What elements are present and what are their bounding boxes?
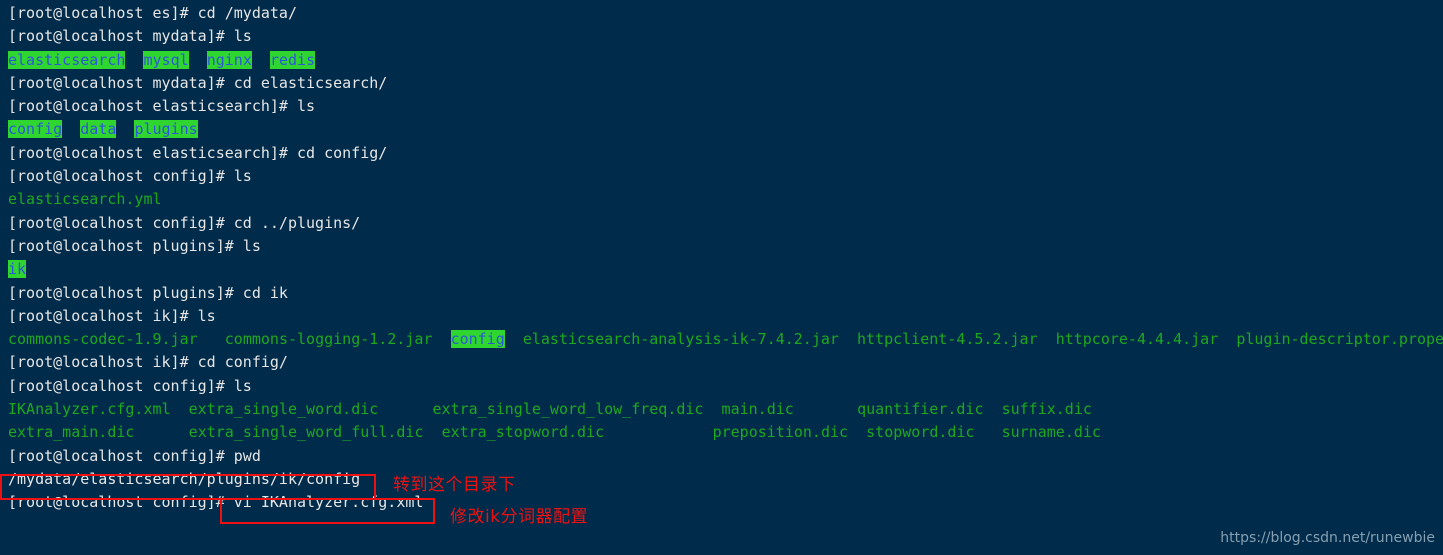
terminal-listing-line: ik [8,258,1443,281]
directory-entry: ik [8,260,27,279]
directory-entry: config [8,120,63,139]
file-entry: suffix.dic [1001,400,1092,419]
terminal-text: [root@localhost plugins]# cd ik [8,283,288,302]
terminal-text: [root@localhost config]# pwd [8,446,261,465]
terminal-prompt-line: [root@localhost mydata]# ls [8,25,1443,48]
pwd-annotation-text: 转到这个目录下 [393,475,516,495]
terminal-prompt-line: [root@localhost mydata]# cd elasticsearc… [8,72,1443,95]
file-entry: httpclient-4.5.2.jar [856,330,1038,349]
terminal-text: [root@localhost elasticsearch]# ls [8,97,316,116]
terminal-text: [root@localhost config]# cd ../plugins/ [8,213,361,232]
terminal-text: [root@localhost mydata]# cd elasticsearc… [8,73,388,92]
terminal-listing-line: elasticsearch.yml [8,188,1443,211]
terminal-prompt-line: [root@localhost config]# cd ../plugins/ [8,212,1443,235]
terminal-prompt-line: [root@localhost config]# ls [8,165,1443,188]
file-entry: surname.dic [1001,423,1101,442]
terminal-listing-line: IKAnalyzer.cfg.xml extra_single_word.dic e… [8,398,1443,421]
terminal-prompt-line: [root@localhost config]# pwd [8,445,1443,468]
terminal-text: [root@localhost mydata]# ls [8,27,252,46]
directory-entry: plugins [134,120,198,139]
terminal-listing-line: extra_main.dic extra_single_word_full.dic… [8,421,1443,444]
file-entry: IKAnalyzer.cfg.xml [8,400,171,419]
terminal-text: /mydata/elasticsearch/plugins/ik/config [8,469,361,488]
file-entry: stopword.dic [866,423,975,442]
directory-entry: mysql [143,50,189,69]
file-entry: extra_main.dic [8,423,135,442]
file-entry: extra_single_word.dic [188,400,379,419]
terminal-text: [root@localhost elasticsearch]# cd confi… [8,143,388,162]
terminal-prompt-line: [root@localhost elasticsearch]# cd confi… [8,142,1443,165]
watermark-url: https://blog.csdn.net/runewbie [1220,529,1435,546]
file-entry: elasticsearch.yml [8,190,162,209]
file-entry: commons-logging-1.2.jar [224,330,433,349]
terminal-text: [root@localhost plugins]# ls [8,236,261,255]
directory-entry: redis [269,50,316,69]
directory-entry: data [80,120,117,139]
terminal-text: [root@localhost ik]# ls [8,306,216,325]
terminal-text: [root@localhost es]# cd /mydata/ [8,4,297,22]
terminal-text: [root@localhost config]# vi IKAnalyzer.c… [8,493,424,512]
file-entry: extra_single_word_low_freq.dic [432,400,704,419]
directory-entry: elasticsearch [8,50,126,69]
terminal-prompt-line: [root@localhost ik]# cd config/ [8,351,1443,374]
terminal-text: [root@localhost config]# ls [8,376,252,395]
terminal-output[interactable]: [root@localhost es]# cd /mydata/ [root@lo… [8,2,1443,515]
directory-entry: config [450,330,505,349]
terminal-text: [root@localhost ik]# cd config/ [8,353,288,372]
terminal-listing-line: commons-codec-1.9.jar commons-logging-1.2… [8,328,1443,351]
file-entry: main.dic [721,400,794,419]
file-entry: commons-codec-1.9.jar [8,330,198,349]
terminal-prompt-line: [root@localhost elasticsearch]# ls [8,95,1443,118]
terminal-window[interactable]: [root@localhost es]# cd /mydata/ [root@lo… [0,0,1443,555]
terminal-listing-line: config data plugins [8,118,1443,141]
file-entry: extra_stopword.dic [441,423,605,442]
terminal-prompt-line: [root@localhost config]# ls [8,375,1443,398]
terminal-text: [root@localhost config]# ls [8,167,252,186]
terminal-prompt-line: [root@localhost plugins]# cd ik [8,282,1443,305]
terminal-prompt-line: [root@localhost plugins]# ls [8,235,1443,258]
file-entry: preposition.dic [712,423,849,442]
file-entry: plugin-descriptor.properties [1236,330,1443,349]
terminal-prompt-line: [root@localhost es]# cd /mydata/ [8,2,1443,25]
terminal-prompt-line: /mydata/elasticsearch/plugins/ik/config [8,468,1443,491]
file-entry: quantifier.dic [857,400,984,419]
file-entry: elasticsearch-analysis-ik-7.4.2.jar [522,330,839,349]
terminal-listing-line: elasticsearch mysql nginx redis [8,49,1443,72]
terminal-prompt-line: [root@localhost ik]# ls [8,305,1443,328]
terminal-prompt-line: [root@localhost config]# vi IKAnalyzer.c… [8,491,1443,514]
directory-entry: nginx [206,50,252,69]
file-entry: extra_single_word_full.dic [188,423,424,442]
vi-annotation-text: 修改ik分词器配置 [450,507,589,527]
file-entry: httpcore-4.4.4.jar [1055,330,1219,349]
